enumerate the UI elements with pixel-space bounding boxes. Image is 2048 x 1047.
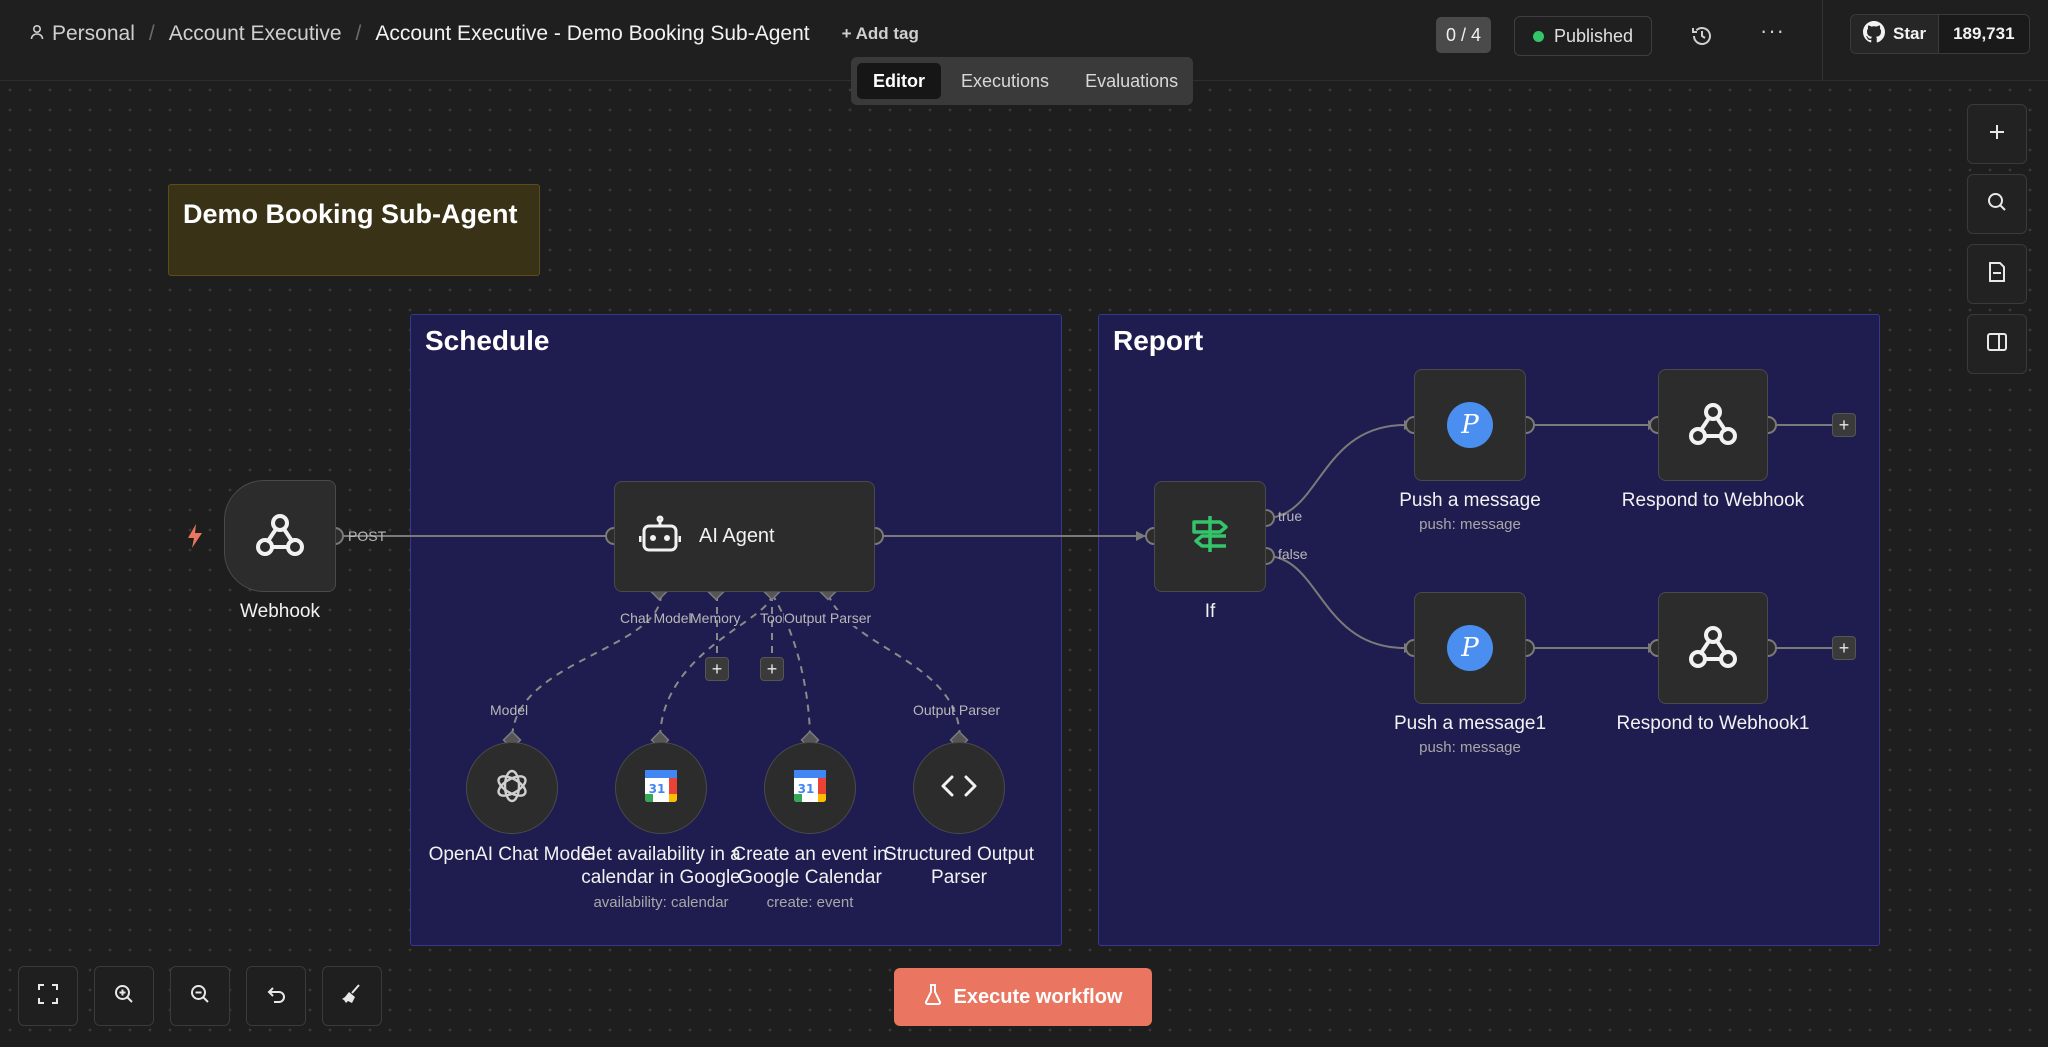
push-message-node[interactable]: P bbox=[1414, 369, 1526, 481]
plus-icon bbox=[1987, 122, 2007, 147]
sticky-title: Demo Booking Sub-Agent bbox=[183, 199, 518, 229]
add-tool-button[interactable]: + bbox=[760, 657, 784, 681]
push-message-sublabel: push: message bbox=[1419, 516, 1521, 533]
add-sticky-note-button[interactable] bbox=[1967, 244, 2027, 304]
schedule-title: Schedule bbox=[425, 325, 550, 356]
svg-text:31: 31 bbox=[798, 782, 815, 796]
tab-editor[interactable]: Editor bbox=[857, 63, 941, 99]
ai-agent-node[interactable]: AI Agent bbox=[614, 481, 875, 592]
search-icon bbox=[1986, 191, 2008, 218]
structured-output-parser-node[interactable] bbox=[913, 742, 1005, 834]
github-icon bbox=[1863, 20, 1885, 48]
github-star-count: 189,731 bbox=[1939, 15, 2029, 53]
fullscreen-icon bbox=[37, 983, 59, 1010]
zoom-in-button[interactable] bbox=[94, 966, 154, 1026]
openai-chat-model-node[interactable] bbox=[466, 742, 558, 834]
undo-icon bbox=[265, 983, 287, 1010]
push-message1-label: Push a message1 bbox=[1393, 713, 1547, 734]
fit-view-button[interactable] bbox=[18, 966, 78, 1026]
search-nodes-button[interactable] bbox=[1967, 174, 2027, 234]
robot-icon bbox=[638, 514, 682, 559]
parser-port-label: Output Parser bbox=[913, 702, 1001, 718]
execute-workflow-button[interactable]: Execute workflow bbox=[894, 968, 1152, 1026]
get-availability-node[interactable]: 31 bbox=[615, 742, 707, 834]
breadcrumb-separator: / bbox=[355, 22, 362, 45]
divider bbox=[1822, 0, 1823, 80]
add-next-node-button[interactable]: + bbox=[1832, 636, 1856, 660]
report-title: Report bbox=[1113, 325, 1204, 356]
status-dot bbox=[1532, 30, 1544, 42]
add-tag-button[interactable]: + Add tag bbox=[842, 24, 919, 44]
create-event-sublabel: create: event bbox=[766, 894, 854, 911]
sticky-note[interactable]: Demo Booking Sub-Agent bbox=[168, 184, 540, 276]
toggle-panel-button[interactable] bbox=[1967, 314, 2027, 374]
more-options-button[interactable]: ··· bbox=[1760, 18, 1785, 44]
status-label: Published bbox=[1553, 25, 1634, 46]
webhook-icon bbox=[1687, 621, 1739, 676]
ai-agent-label: AI Agent bbox=[699, 525, 775, 547]
breadcrumb-separator: / bbox=[148, 22, 155, 45]
trigger-bolt-icon bbox=[186, 524, 204, 553]
if-true-port: true bbox=[1278, 508, 1303, 524]
webhook-label: Webhook bbox=[240, 601, 320, 622]
push-message-label: Push a message bbox=[1399, 490, 1541, 511]
sticky-note-icon bbox=[1987, 261, 2007, 288]
tab-executions[interactable]: Executions bbox=[945, 63, 1065, 99]
breadcrumb: Personal / Account Executive / Account E… bbox=[30, 22, 919, 46]
if-node[interactable] bbox=[1154, 481, 1266, 592]
output-parser-label-1: Structured Output bbox=[884, 844, 1034, 865]
respond-webhook-label: Respond to Webhook bbox=[1621, 490, 1805, 511]
add-next-node-button[interactable]: + bbox=[1832, 413, 1856, 437]
zoom-out-icon bbox=[189, 983, 211, 1010]
if-label: If bbox=[1204, 601, 1216, 622]
view-tabs: Editor Executions Evaluations bbox=[851, 57, 1193, 105]
respond-webhook1-node[interactable] bbox=[1658, 592, 1768, 704]
output-parser-label-2: Parser bbox=[931, 867, 987, 888]
webhook-node[interactable] bbox=[224, 480, 336, 592]
openai-icon bbox=[493, 767, 531, 810]
execute-workflow-label: Execute workflow bbox=[953, 985, 1123, 1008]
output-parser-port: Output Parser bbox=[784, 610, 872, 626]
breadcrumb-personal[interactable]: Personal bbox=[52, 22, 135, 46]
pushover-icon: P bbox=[1447, 402, 1493, 448]
push-message1-sublabel: push: message bbox=[1419, 739, 1521, 756]
code-icon bbox=[941, 774, 977, 803]
google-calendar-icon: 31 bbox=[792, 768, 828, 809]
reset-zoom-button[interactable] bbox=[246, 966, 306, 1026]
svg-text:31: 31 bbox=[649, 782, 666, 796]
github-star[interactable]: Star bbox=[1851, 15, 1940, 53]
evaluation-counter: 0 / 4 bbox=[1436, 17, 1492, 53]
webhook-port-label: POST bbox=[348, 528, 387, 544]
workflow-name[interactable]: Account Executive - Demo Booking Sub-Age… bbox=[375, 22, 809, 46]
push-message1-node[interactable]: P bbox=[1414, 592, 1526, 704]
if-false-port: false bbox=[1278, 546, 1308, 562]
history-icon[interactable] bbox=[1688, 22, 1716, 50]
model-port-label: Model bbox=[490, 702, 529, 718]
webhook-icon bbox=[1687, 398, 1739, 453]
github-star-label: Star bbox=[1893, 24, 1927, 43]
tool-port: Tool bbox=[760, 610, 786, 626]
memory-port: Memory bbox=[690, 610, 741, 626]
webhook-icon bbox=[254, 509, 306, 564]
github-star-button[interactable]: Star 189,731 bbox=[1850, 14, 2030, 54]
published-status-button[interactable]: Published bbox=[1514, 16, 1652, 56]
flask-icon bbox=[924, 983, 942, 1011]
pushover-icon: P bbox=[1447, 625, 1493, 671]
tidy-up-button[interactable] bbox=[322, 966, 382, 1026]
add-node-button[interactable] bbox=[1967, 104, 2027, 164]
zoom-out-button[interactable] bbox=[170, 966, 230, 1026]
broom-icon bbox=[340, 982, 364, 1011]
person-icon bbox=[30, 22, 44, 46]
google-calendar-icon: 31 bbox=[643, 768, 679, 809]
respond-webhook-node[interactable] bbox=[1658, 369, 1768, 481]
respond-webhook1-label: Respond to Webhook1 bbox=[1616, 713, 1810, 734]
signpost-icon bbox=[1188, 512, 1232, 561]
zoom-in-icon bbox=[113, 983, 135, 1010]
add-memory-button[interactable]: + bbox=[705, 657, 729, 681]
tab-evaluations[interactable]: Evaluations bbox=[1069, 63, 1194, 99]
chat-model-port: Chat Model bbox=[620, 610, 692, 626]
create-event-node[interactable]: 31 bbox=[764, 742, 856, 834]
panel-icon bbox=[1986, 332, 2008, 357]
breadcrumb-project[interactable]: Account Executive bbox=[169, 22, 342, 46]
